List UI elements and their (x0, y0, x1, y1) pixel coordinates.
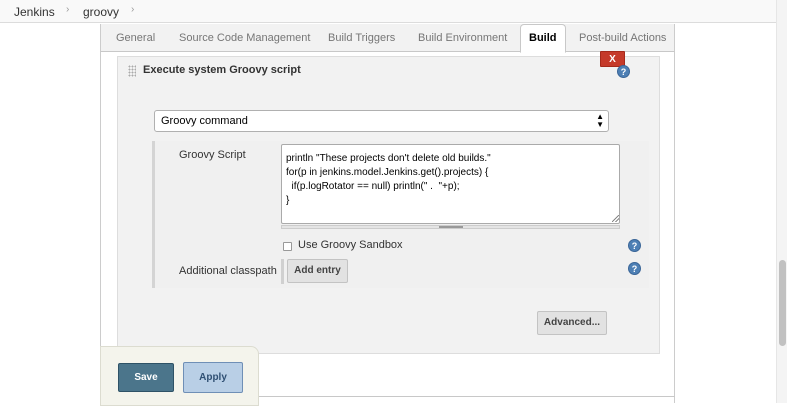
breadcrumb-separator-icon: › (131, 4, 135, 15)
resize-grip-icon[interactable] (612, 215, 619, 222)
tab-build-triggers[interactable]: Build Triggers (328, 32, 395, 44)
breadcrumb-item-jenkins[interactable]: Jenkins (14, 5, 55, 19)
advanced-button[interactable]: Advanced... (537, 311, 607, 335)
breadcrumb-item-job[interactable]: groovy (83, 5, 119, 19)
groovy-script-label: Groovy Script (179, 149, 246, 161)
command-type-selected: Groovy command (161, 115, 248, 127)
tab-build-environment[interactable]: Build Environment (418, 32, 507, 44)
groovy-sandbox-checkbox[interactable] (283, 242, 292, 251)
help-icon[interactable]: ? (628, 262, 641, 275)
select-arrows-icon: ▲ ▼ (596, 112, 604, 129)
groovy-sandbox-label: Use Groovy Sandbox (298, 239, 403, 251)
build-step-title: Execute system Groovy script (143, 64, 301, 76)
apply-button[interactable]: Apply (183, 362, 243, 393)
tab-source-code-management[interactable]: Source Code Management (179, 32, 310, 44)
breadcrumb: Jenkins › groovy › (0, 0, 776, 23)
page-scrollbar[interactable] (776, 0, 787, 403)
help-icon[interactable]: ? (628, 239, 641, 252)
drag-handle-icon[interactable] (128, 65, 136, 77)
tab-post-build-actions[interactable]: Post-build Actions (579, 32, 666, 44)
tab-general[interactable]: General (116, 32, 155, 44)
command-type-select[interactable]: Groovy command ▲ ▼ (154, 110, 609, 132)
expand-grip-icon (439, 226, 463, 228)
breadcrumb-separator-icon: › (66, 4, 70, 15)
tab-build[interactable]: Build (520, 24, 566, 53)
classpath-entry-bar (281, 259, 284, 284)
scrollbar-thumb[interactable] (779, 260, 786, 346)
additional-classpath-label: Additional classpath (179, 265, 277, 277)
add-entry-button[interactable]: Add entry (287, 259, 348, 283)
groovy-script-textarea[interactable]: println "These projects don't delete old… (281, 144, 620, 224)
textarea-expand-bar[interactable] (281, 225, 620, 229)
config-tabbar: General Source Code Management Build Tri… (100, 24, 675, 53)
save-button[interactable]: Save (118, 363, 174, 392)
help-icon[interactable]: ? (617, 65, 630, 78)
